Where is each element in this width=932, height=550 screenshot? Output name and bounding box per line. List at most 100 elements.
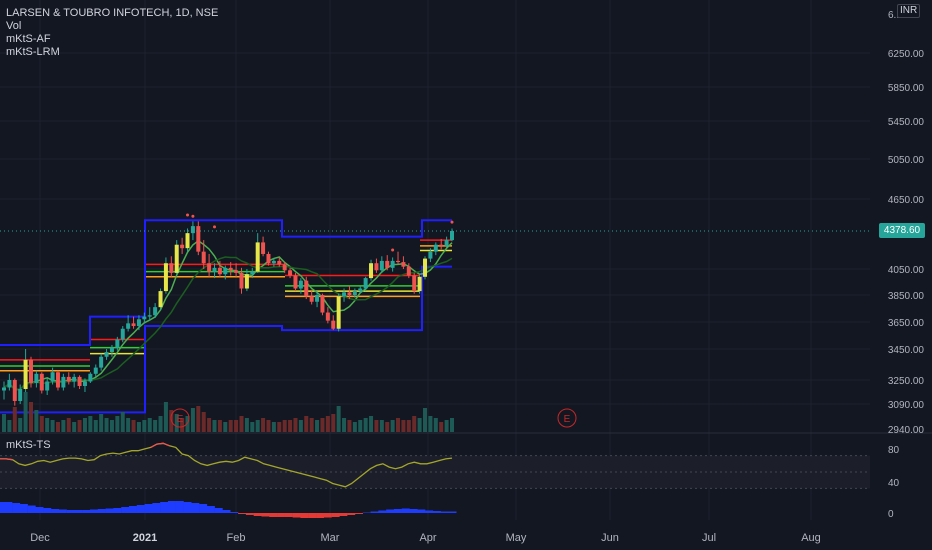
earnings-marker-label: E [177, 414, 184, 425]
grid-lines [0, 0, 870, 520]
volume-bar [315, 420, 320, 432]
histogram-bar [175, 501, 184, 513]
volume-bar [309, 418, 314, 432]
volume-bar [115, 416, 120, 432]
histogram-bar [417, 509, 426, 513]
candle-body [293, 275, 298, 289]
candle-body [120, 328, 125, 340]
candle-body [412, 275, 417, 292]
histogram-bar [0, 502, 5, 513]
candle-body [99, 356, 104, 368]
candle-body [396, 260, 401, 263]
volume-bar [439, 422, 444, 432]
volume-bar [428, 416, 433, 432]
volume-bar [55, 422, 60, 432]
candle-body [2, 387, 6, 391]
candle-body [115, 339, 120, 348]
volume-bar [412, 416, 417, 432]
histogram-bar [58, 509, 67, 513]
volume-bar [228, 420, 233, 432]
volume-bar [120, 412, 125, 432]
candle-body [277, 260, 282, 265]
histogram-bar [323, 513, 332, 518]
histogram-bar [339, 513, 348, 516]
candle-body [223, 267, 228, 275]
volume-bar [250, 422, 255, 432]
symbol-title[interactable]: LARSEN & TOUBRO INFOTECH, 1D, NSE [6, 7, 218, 20]
oscillator-tick-label: 40 [888, 478, 900, 489]
channel-lower [0, 265, 452, 414]
channel-boxes [0, 219, 452, 414]
histogram-bar [12, 503, 21, 513]
candle-body [82, 381, 87, 386]
oscillator-axis[interactable]: 80 40 0 [888, 445, 900, 520]
volume-bar [325, 416, 330, 432]
oscillator-title[interactable]: mKtS-TS [6, 439, 51, 451]
candle-body [385, 260, 390, 268]
candle-body [23, 359, 28, 389]
histogram-bar [292, 513, 301, 518]
volume-bar [417, 418, 422, 432]
histogram-bar [448, 511, 457, 513]
time-axis[interactable]: Dec 2021 Feb Mar Apr May Jun Jul Aug [30, 532, 821, 544]
price-tick-label: 6250.00 [888, 49, 925, 60]
candle-body [196, 226, 201, 252]
volume-bar [298, 420, 303, 432]
volume-bar [109, 420, 114, 432]
histogram-bar [152, 503, 161, 513]
histogram-bar [378, 510, 387, 513]
histogram-bar [183, 502, 192, 513]
volume-bar [342, 418, 347, 432]
price-tick-label: 3090.00 [888, 400, 925, 411]
candle-body [444, 240, 449, 246]
volume-bar [82, 418, 87, 432]
pivot-marker [186, 213, 190, 217]
volume-bar [217, 420, 222, 432]
candle-body [255, 242, 260, 272]
volume-bar [126, 418, 131, 432]
price-tick-label: 5450.00 [888, 117, 925, 128]
histogram-bar [74, 510, 83, 513]
histogram-bar [206, 506, 215, 513]
histogram-bar [300, 513, 309, 518]
price-tick-label: 3850.00 [888, 291, 925, 302]
candle-body [55, 372, 60, 388]
volume-bar [234, 420, 239, 432]
volume-bar [320, 418, 325, 432]
candle-body [45, 381, 50, 391]
candle-body [358, 288, 363, 292]
candle-body [174, 244, 179, 273]
candle-body [180, 244, 185, 249]
histogram-bar [308, 513, 317, 518]
volume-bar [288, 420, 293, 432]
candle-body [433, 244, 438, 252]
candle-body [239, 272, 244, 289]
candle-body [39, 373, 44, 391]
histogram-bar [97, 509, 106, 513]
earnings-marker-upcoming[interactable]: E [557, 408, 577, 428]
candlestick-series[interactable] [2, 221, 454, 406]
volume-bar [223, 422, 228, 432]
volume-bar [277, 422, 282, 432]
candle-body [406, 266, 411, 276]
histogram-bar [121, 507, 130, 513]
histogram-bar [66, 510, 75, 513]
time-tick-label: May [506, 532, 527, 544]
histogram-bar [167, 501, 176, 513]
histogram-bar [214, 508, 223, 513]
candle-body [450, 231, 454, 241]
volume-bar [131, 420, 136, 432]
indicator-vol[interactable]: Vol [6, 20, 218, 33]
candle-body [352, 291, 357, 295]
indicator-af[interactable]: mKtS-AF [6, 33, 218, 46]
histogram-bar [347, 513, 356, 515]
volume-bar [401, 420, 406, 432]
currency-button[interactable]: INR [897, 4, 921, 18]
candle-body [325, 312, 330, 321]
candle-body [369, 263, 374, 279]
candle-body [342, 292, 347, 297]
volume-bar [23, 392, 28, 432]
indicator-lrm[interactable]: mKtS-LRM [6, 46, 218, 59]
volume-bar [88, 416, 93, 432]
candle-body [163, 263, 168, 292]
